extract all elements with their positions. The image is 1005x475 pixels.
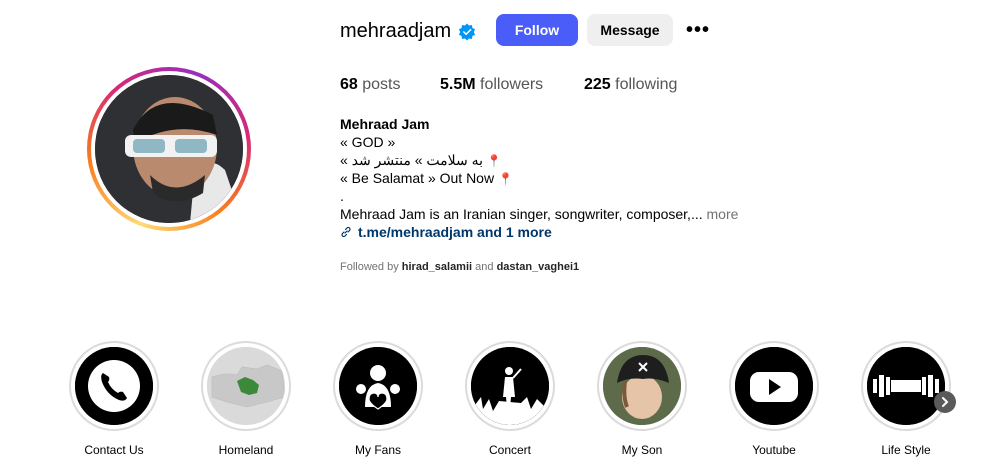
- followers-stat[interactable]: 5.5M followers: [440, 76, 543, 94]
- highlight-my-son[interactable]: My Son: [597, 341, 687, 457]
- highlight-cover: [75, 347, 153, 425]
- globe-map-icon: [207, 347, 285, 425]
- following-label: following: [615, 76, 678, 93]
- highlight-ring: [729, 341, 819, 431]
- highlight-ring: [333, 341, 423, 431]
- posts-label: posts: [362, 76, 401, 93]
- bio-line-4: .: [340, 188, 344, 204]
- phone-icon: [75, 347, 153, 425]
- followed-user-1[interactable]: hirad_salamii: [402, 261, 472, 273]
- highlight-cover: [735, 347, 813, 425]
- highlight-label: Life Style: [881, 443, 931, 457]
- highlight-ring: [69, 341, 159, 431]
- highlight-label: Concert: [488, 443, 532, 457]
- bio-line-3-text: « Be Salamat » Out Now: [340, 170, 495, 186]
- bio-line-2: « به سلامت » منتشر شد 📍: [340, 152, 502, 169]
- followers-count: 5.5M: [440, 76, 476, 93]
- bio-line-1: « GOD »: [340, 134, 396, 150]
- concert-icon: [471, 347, 549, 425]
- highlight-cover: [339, 347, 417, 425]
- highlights-next-button[interactable]: [934, 391, 956, 413]
- bio-name: Mehraad Jam: [340, 116, 430, 132]
- highlight-label: My Son: [621, 443, 663, 457]
- highlight-ring: [861, 341, 951, 431]
- highlight-label: My Fans: [354, 443, 401, 457]
- highlight-youtube[interactable]: Youtube: [729, 341, 819, 457]
- following-stat[interactable]: 225 following: [584, 76, 677, 94]
- profile-avatar-ring[interactable]: [87, 67, 251, 231]
- followers-label: followers: [480, 76, 544, 93]
- followed-and: and: [475, 261, 494, 273]
- followed-prefix: Followed by: [340, 261, 399, 273]
- profile-username: mehraadjam: [340, 20, 452, 42]
- bio-link-text: t.me/mehraadjam and 1 more: [358, 224, 552, 240]
- fans-heart-icon: [339, 347, 417, 425]
- avatar-gap: [91, 71, 247, 227]
- son-photo: [603, 347, 681, 425]
- highlight-cover: [207, 347, 285, 425]
- bio-description: Mehraad Jam is an Iranian singer, songwr…: [340, 206, 738, 222]
- message-button[interactable]: Message: [587, 14, 673, 46]
- pushpin-icon: 📍: [497, 172, 513, 186]
- avatar-photo: [95, 75, 243, 223]
- highlight-label: Homeland: [218, 443, 274, 457]
- more-options-icon[interactable]: •••: [686, 20, 710, 40]
- highlight-my-fans[interactable]: My Fans: [333, 341, 423, 457]
- highlight-cover: [867, 347, 945, 425]
- follow-button[interactable]: Follow: [496, 14, 578, 46]
- highlight-label: Youtube: [752, 443, 796, 457]
- bio-description-text: Mehraad Jam is an Iranian singer, songwr…: [340, 206, 703, 222]
- youtube-icon: [735, 347, 813, 425]
- dumbbell-icon: [867, 347, 945, 425]
- highlight-cover: [471, 347, 549, 425]
- link-icon: [341, 226, 351, 238]
- avatar[interactable]: [95, 75, 243, 223]
- bio-line-3: « Be Salamat » Out Now 📍: [340, 170, 513, 186]
- following-count: 225: [584, 76, 611, 93]
- highlight-concert[interactable]: Concert: [465, 341, 555, 457]
- pushpin-icon: 📍: [486, 154, 502, 168]
- followed-user-2[interactable]: dastan_vaghei1: [497, 261, 580, 273]
- highlight-label: Contact Us: [84, 443, 144, 457]
- posts-stat: 68 posts: [340, 76, 401, 94]
- posts-count: 68: [340, 76, 358, 93]
- highlight-cover: [603, 347, 681, 425]
- verified-badge-icon: [458, 23, 476, 41]
- highlight-homeland[interactable]: Homeland: [201, 341, 291, 457]
- highlight-ring: [201, 341, 291, 431]
- chevron-right-icon: [942, 397, 949, 407]
- highlight-ring: [597, 341, 687, 431]
- followed-by[interactable]: Followed by hirad_salamii and dastan_vag…: [340, 261, 579, 273]
- bio-more-link[interactable]: more: [707, 206, 739, 222]
- bio-link[interactable]: t.me/mehraadjam and 1 more: [340, 224, 552, 240]
- bio-line-2-text: « به سلامت » منتشر شد: [340, 152, 484, 168]
- highlight-ring: [465, 341, 555, 431]
- highlight-contact-us[interactable]: Contact Us: [69, 341, 159, 457]
